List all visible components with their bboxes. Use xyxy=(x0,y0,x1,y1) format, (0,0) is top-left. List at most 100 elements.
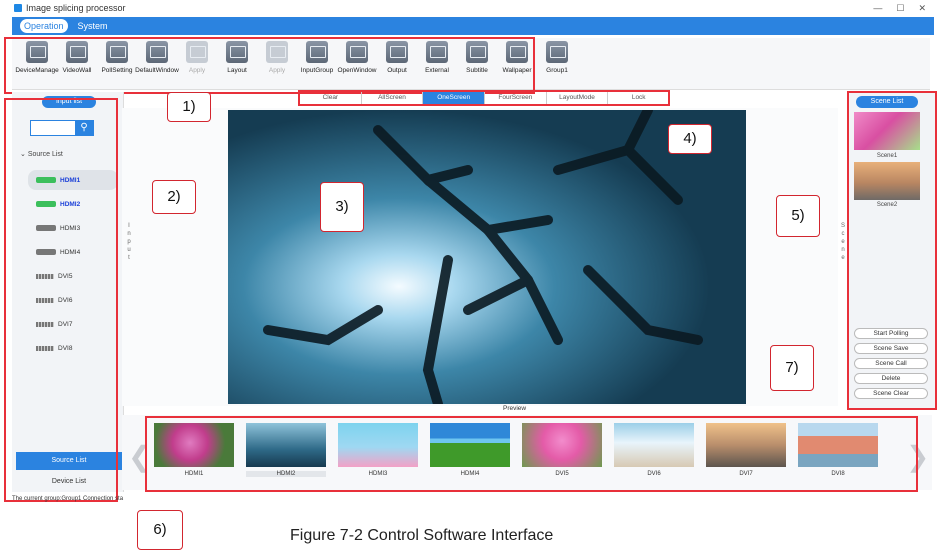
toolbar-item-label: Group1 xyxy=(546,67,568,74)
thumbnail-dvi6[interactable] xyxy=(614,423,694,467)
toolbar-wallpaper-button[interactable]: Wallpaper xyxy=(498,38,536,74)
tab-fourscreen[interactable]: FourScreen xyxy=(485,92,547,104)
menu-system[interactable]: System xyxy=(74,19,112,33)
source-item-label: DVI8 xyxy=(58,344,73,352)
thumbnail-label: DVI7 xyxy=(739,471,753,477)
delete-button[interactable]: Delete xyxy=(854,373,928,384)
figure-caption: Figure 7-2 Control Software Interface xyxy=(290,527,554,544)
source-item-label: DVI7 xyxy=(58,320,73,328)
hdmi-port-icon xyxy=(36,225,56,231)
close-button[interactable]: ✕ xyxy=(918,3,926,14)
tab-clear[interactable]: Clear xyxy=(300,92,362,104)
preview-label: Preview xyxy=(503,405,527,412)
hdmi-port-icon xyxy=(36,201,56,207)
screen: Image splicing processor — ☐ ✕ Operation… xyxy=(0,0,940,554)
scene-list-button[interactable]: Scene List xyxy=(856,96,918,108)
scroll-left-arrow-icon[interactable]: ❮ xyxy=(128,440,151,473)
thumbnail-hdmi2[interactable] xyxy=(246,423,326,467)
hdmi-port-icon xyxy=(36,177,56,183)
source-list-header[interactable]: ⌄ Source List xyxy=(20,150,63,158)
output-icon xyxy=(386,41,408,63)
thumbnail-hdmi1[interactable] xyxy=(154,423,234,467)
search-icon[interactable]: ⚲ xyxy=(75,121,93,135)
toolbar-layout-button[interactable]: Layout xyxy=(218,38,256,74)
toolbar-apply-button[interactable]: Apply xyxy=(178,38,216,74)
source-item-hdmi4[interactable]: HDMI4 xyxy=(28,242,118,262)
thumbnail-hdmi4[interactable] xyxy=(430,423,510,467)
source-item-label: DVI6 xyxy=(58,296,73,304)
subtitle-icon xyxy=(466,41,488,63)
thumbnail-hdmi3[interactable] xyxy=(338,423,418,467)
thumbnail-label: HDMI4 xyxy=(460,471,480,477)
source-item-label: DVI5 xyxy=(58,272,73,280)
source-search-input[interactable]: ⚲ xyxy=(30,120,94,136)
thumbnail-dvi8[interactable] xyxy=(798,423,878,467)
device-list-tab[interactable]: Device List xyxy=(16,474,122,490)
thumbnail-dvi5[interactable] xyxy=(522,423,602,467)
toolbar-subtitle-button[interactable]: Subtitle xyxy=(458,38,496,74)
source-item-label: HDMI1 xyxy=(60,176,81,184)
tab-lock[interactable]: Lock xyxy=(608,92,671,104)
default-window-icon xyxy=(146,41,168,63)
toolbar-apply-button[interactable]: Apply xyxy=(258,38,296,74)
source-item-dvi7[interactable]: DVI7 xyxy=(28,314,118,334)
thumbnail-label: HDMI1 xyxy=(184,471,204,477)
menu-bar: Operation System xyxy=(12,17,934,35)
toolbar-item-label: Subtitle xyxy=(466,67,488,74)
tab-layoutmode[interactable]: LayoutMode xyxy=(547,92,609,104)
toolbar-item-label: DefaultWindow xyxy=(135,67,179,74)
scene2-thumbnail[interactable] xyxy=(854,162,920,200)
callout-4: 4) xyxy=(668,124,712,154)
tab-allscreen[interactable]: AllScreen xyxy=(362,92,424,104)
source-item-hdmi2[interactable]: HDMI2 xyxy=(28,194,118,214)
input-list-button[interactable]: Input list xyxy=(42,96,96,108)
toolbar-item-label: DeviceManage xyxy=(15,67,59,74)
toolbar-defaultwindow-button[interactable]: DefaultWindow xyxy=(135,38,179,74)
start-polling-button[interactable]: Start Polling xyxy=(854,328,928,339)
source-item-dvi8[interactable]: DVI8 xyxy=(28,338,118,358)
scene1-thumbnail[interactable] xyxy=(854,112,920,150)
source-item-dvi6[interactable]: DVI6 xyxy=(28,290,118,310)
source-item-hdmi3[interactable]: HDMI3 xyxy=(28,218,118,238)
callout-1: 1) xyxy=(167,92,211,122)
toolbar-item-label: PollSetting xyxy=(101,67,133,74)
dvi-port-icon xyxy=(36,297,54,303)
maximize-button[interactable]: ☐ xyxy=(896,3,904,14)
source-item-hdmi1[interactable]: HDMI1 xyxy=(28,170,118,190)
input-group-icon xyxy=(306,41,328,63)
toolbar-item-label: OpenWindow xyxy=(337,67,377,74)
toolbar-inputgroup-button[interactable]: InputGroup xyxy=(298,38,336,74)
scene-call-button[interactable]: Scene Call xyxy=(854,358,928,369)
preview-video[interactable] xyxy=(228,110,746,404)
scene-clear-button[interactable]: Scene Clear xyxy=(854,388,928,399)
toolbar-item-label: VideoWall xyxy=(62,67,92,74)
toolbar-group1-button[interactable]: Group1 xyxy=(538,38,576,74)
tab-onescreen[interactable]: OneScreen xyxy=(423,92,486,104)
scene2-label: Scene2 xyxy=(876,202,898,208)
source-item-dvi5[interactable]: DVI5 xyxy=(28,266,118,286)
minimize-button[interactable]: — xyxy=(873,3,882,14)
thumbnail-label: HDMI3 xyxy=(368,471,388,477)
toolbar-pollsetting-button[interactable]: PollSetting xyxy=(98,38,136,74)
toolbar-openwindow-button[interactable]: OpenWindow xyxy=(337,38,377,74)
source-item-label: HDMI3 xyxy=(60,224,81,232)
callout-6: 6) xyxy=(137,510,183,550)
apply-icon xyxy=(266,41,288,63)
menu-operation[interactable]: Operation xyxy=(20,19,68,33)
status-bar: The current group:Group1 Connection sta xyxy=(12,496,124,502)
thumbnail-dvi7[interactable] xyxy=(706,423,786,467)
source-thumbnail-strip: ❮ ❯ HDMI1 HDMI2 HDMI3 HDMI4 DVI5 DVI6 DVI7 DVI8 xyxy=(122,415,932,490)
scene-save-button[interactable]: Scene Save xyxy=(854,343,928,354)
toolbar-external-button[interactable]: External xyxy=(418,38,456,74)
toolbar-output-button[interactable]: Output xyxy=(378,38,416,74)
callout-5: 5) xyxy=(776,195,820,237)
source-list-tab[interactable]: Source List xyxy=(16,452,122,470)
toolbar-item-label: Layout xyxy=(227,67,247,74)
dvi-port-icon xyxy=(36,273,54,279)
scene-list-panel: Scene List Scene1 Scene2 Start Polling Sc… xyxy=(848,92,936,408)
callout-7: 7) xyxy=(770,345,814,391)
scroll-right-arrow-icon[interactable]: ❯ xyxy=(906,440,929,473)
title-bar: Image splicing processor — ☐ ✕ xyxy=(12,0,930,16)
toolbar-devicemanage-button[interactable]: DeviceManage xyxy=(15,38,59,74)
toolbar-videowall-button[interactable]: VideoWall xyxy=(58,38,96,74)
